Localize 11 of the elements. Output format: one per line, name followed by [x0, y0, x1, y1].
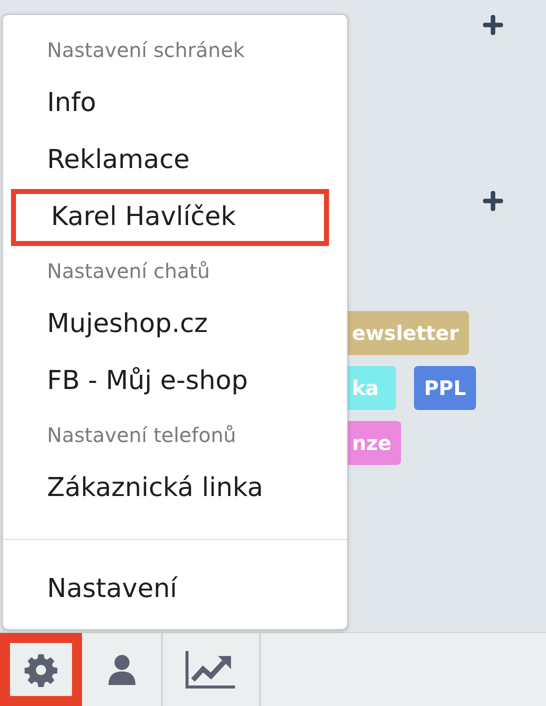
menu-item[interactable]: Nastavení: [3, 561, 347, 618]
tag: PPL: [414, 366, 476, 410]
menu-section-header: Nastavení telefonů: [46, 422, 238, 449]
menu-section-header: Nastavení chatů: [46, 258, 211, 285]
menu-item[interactable]: Karel Havlíček: [11, 189, 329, 246]
menu-section-header: Nastavení schránek: [46, 37, 246, 64]
settings-icon[interactable]: [0, 633, 82, 706]
add-icon[interactable]: [483, 15, 503, 35]
menu-item[interactable]: Reklamace: [3, 132, 347, 189]
menu-item[interactable]: Info: [3, 75, 347, 132]
add-icon[interactable]: [483, 191, 503, 211]
